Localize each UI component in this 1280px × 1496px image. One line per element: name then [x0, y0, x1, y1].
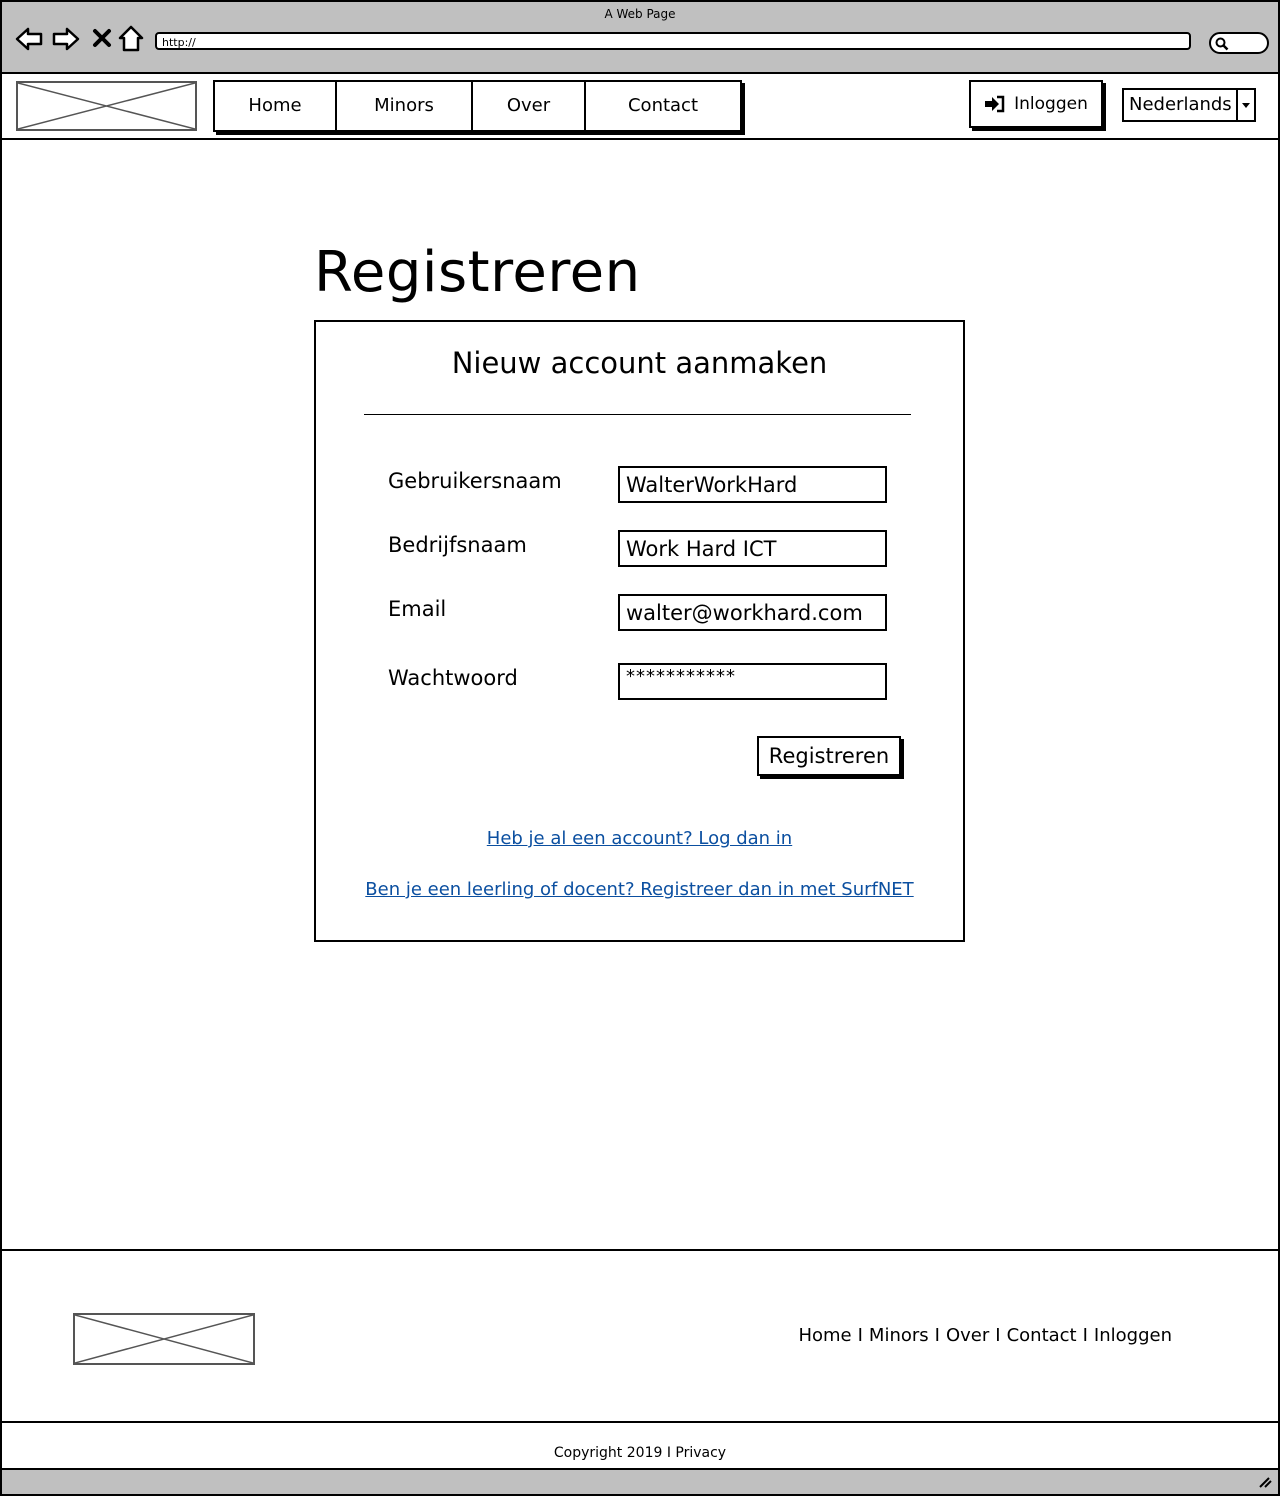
- company-field[interactable]: [618, 530, 887, 567]
- register-card: Nieuw account aanmaken Gebruikersnaam Be…: [314, 320, 965, 942]
- nav-over[interactable]: Over: [473, 82, 586, 130]
- username-field[interactable]: [618, 466, 887, 503]
- chevron-down-icon: [1236, 90, 1254, 120]
- main-nav: Home Minors Over Contact: [213, 80, 742, 132]
- card-title: Nieuw account aanmaken: [451, 346, 828, 380]
- footer-link-minors[interactable]: Minors: [869, 1325, 929, 1346]
- login-button[interactable]: Inloggen: [969, 80, 1103, 128]
- surfnet-register-link[interactable]: Ben je een leerling of docent? Registree…: [316, 879, 963, 900]
- close-icon[interactable]: [88, 24, 118, 54]
- password-field[interactable]: [618, 663, 887, 700]
- footer-link-over[interactable]: Over: [946, 1325, 989, 1346]
- browser-search-field[interactable]: [1209, 32, 1269, 54]
- page-title: Registreren: [314, 240, 641, 305]
- nav-home[interactable]: Home: [215, 82, 337, 130]
- username-label: Gebruikersnaam: [388, 469, 562, 493]
- footer-link-contact[interactable]: Contact: [1007, 1325, 1077, 1346]
- back-icon[interactable]: [14, 24, 44, 54]
- register-button[interactable]: Registreren: [757, 736, 901, 776]
- site-header: Home Minors Over Contact Inloggen Nederl…: [2, 74, 1278, 140]
- nav-contact[interactable]: Contact: [586, 82, 740, 130]
- footer-separator: I: [1082, 1325, 1088, 1346]
- language-value: Nederlands: [1129, 94, 1232, 115]
- language-select[interactable]: Nederlands: [1122, 88, 1256, 122]
- forward-icon[interactable]: [51, 24, 81, 54]
- home-icon[interactable]: [116, 24, 146, 54]
- copyright-text: Copyright 2019 I Privacy: [553, 1445, 727, 1461]
- footer-link-home[interactable]: Home: [798, 1325, 851, 1346]
- browser-toolbar: A Web Page http://: [2, 2, 1278, 74]
- footer-logo-placeholder[interactable]: [73, 1313, 255, 1365]
- nav-minors[interactable]: Minors: [337, 82, 473, 130]
- status-bar: [2, 1468, 1278, 1494]
- divider: [364, 414, 911, 415]
- resize-handle-icon[interactable]: [1258, 1476, 1272, 1488]
- email-label: Email: [388, 597, 447, 621]
- email-field[interactable]: [618, 594, 887, 631]
- login-link[interactable]: Heb je al een account? Log dan in: [316, 828, 963, 849]
- site-footer: Home I Minors I Over I Contact I Inlogge…: [2, 1249, 1278, 1423]
- footer-link-inloggen[interactable]: Inloggen: [1094, 1325, 1172, 1346]
- logo-placeholder[interactable]: [16, 81, 197, 131]
- footer-nav: Home I Minors I Over I Contact I Inlogge…: [798, 1325, 1172, 1346]
- url-bar[interactable]: http://: [155, 32, 1191, 50]
- window-title: A Web Page: [604, 7, 676, 21]
- footer-separator: I: [934, 1325, 940, 1346]
- company-label: Bedrijfsnaam: [388, 533, 527, 557]
- sign-in-icon: [985, 95, 1005, 113]
- login-label: Inloggen: [1014, 94, 1088, 114]
- password-label: Wachtwoord: [388, 666, 518, 690]
- footer-separator: I: [995, 1325, 1001, 1346]
- search-icon: [1215, 37, 1229, 51]
- footer-separator: I: [857, 1325, 863, 1346]
